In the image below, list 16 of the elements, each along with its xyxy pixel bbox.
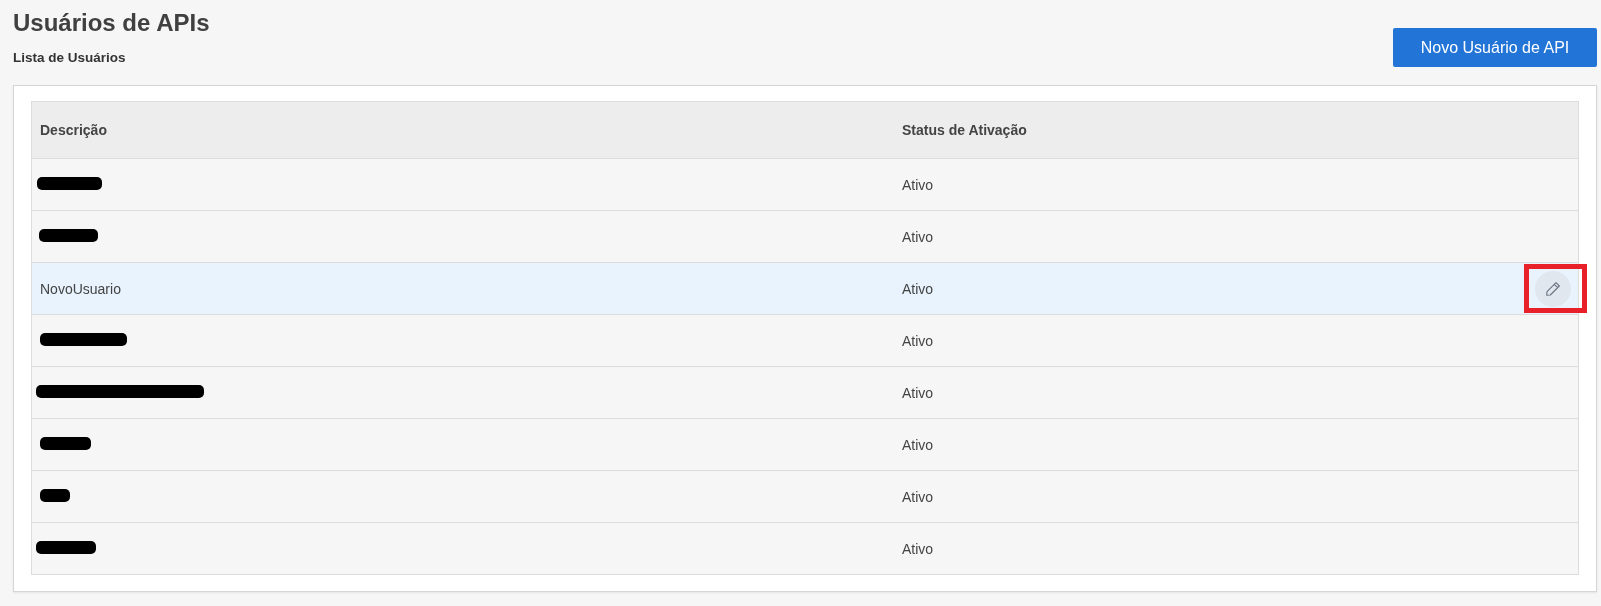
page-title: Usuários de APIs <box>13 9 210 37</box>
edit-button[interactable] <box>1535 270 1571 307</box>
description-text: NovoUsuario <box>40 280 121 297</box>
status-text: Ativo <box>902 488 934 505</box>
page-subtitle: Lista de Usuários <box>13 50 127 66</box>
status-text: Ativo <box>902 176 934 193</box>
status-text: Ativo <box>902 540 934 557</box>
new-user-button[interactable]: Novo Usuário de API <box>1393 28 1597 67</box>
column-header: Status de Ativação <box>902 122 1027 138</box>
status-text: Ativo <box>902 280 934 297</box>
column-header: Descrição <box>40 122 107 138</box>
status-text: Ativo <box>902 384 934 401</box>
status-text: Ativo <box>902 332 934 349</box>
status-text: Ativo <box>902 436 934 453</box>
status-text: Ativo <box>902 228 934 245</box>
pencil-icon <box>1546 281 1560 296</box>
